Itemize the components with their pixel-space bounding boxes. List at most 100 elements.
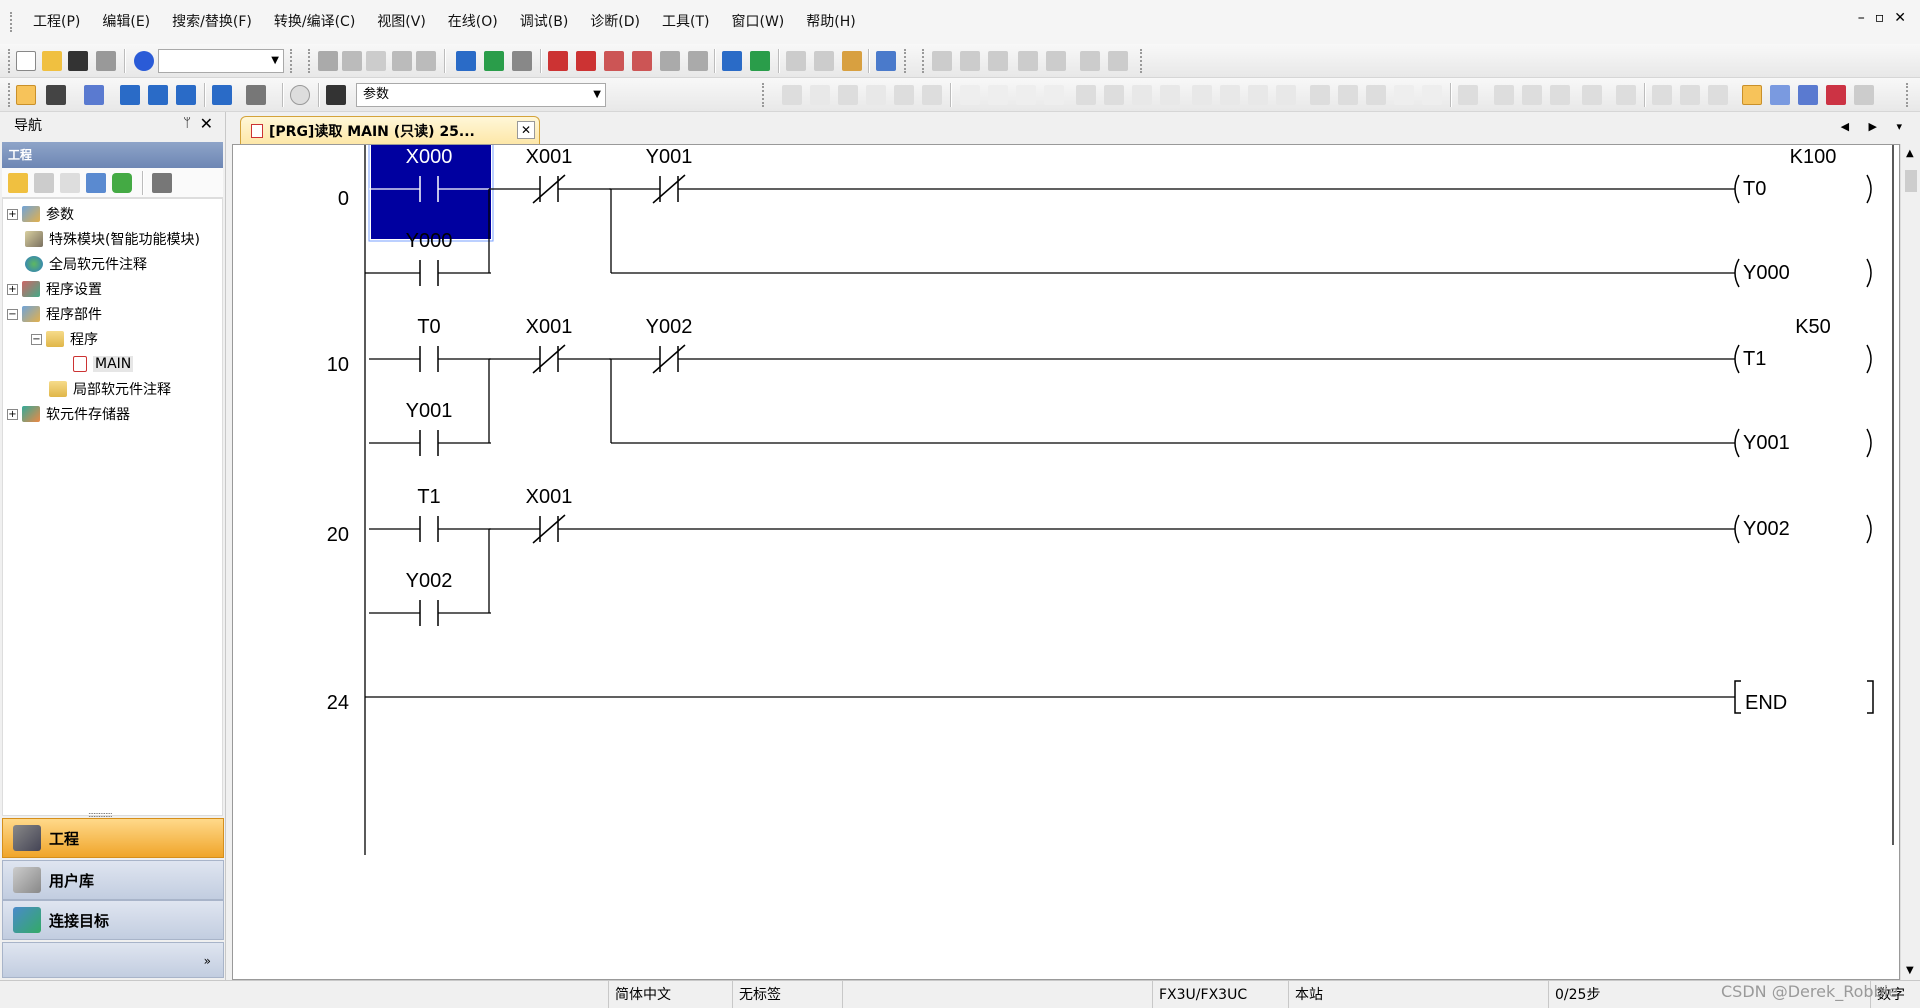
- ladder-tool-icon-f[interactable]: [1080, 51, 1100, 71]
- tree-item-local-comment[interactable]: 局部软元件注释: [49, 378, 171, 400]
- f10-icon[interactable]: [1394, 85, 1414, 105]
- pulse-branch-icon-b[interactable]: [1160, 85, 1180, 105]
- open-folder-icon[interactable]: [42, 51, 62, 71]
- dropdown-arrow-icon[interactable]: ▼: [271, 50, 279, 72]
- print-icon[interactable]: [96, 51, 116, 71]
- dropdown-arrow-icon[interactable]: ▼: [593, 84, 601, 106]
- edit-icon-e[interactable]: [1616, 85, 1636, 105]
- toolbar-grip[interactable]: [904, 49, 908, 73]
- zoom-icon[interactable]: [1826, 85, 1846, 105]
- edit-icon-a[interactable]: [1494, 85, 1514, 105]
- menu-tools[interactable]: 工具(T): [651, 0, 720, 44]
- menu-online[interactable]: 在线(O): [437, 0, 509, 44]
- comment-icon[interactable]: [1652, 85, 1672, 105]
- tool-icon-c[interactable]: [842, 51, 862, 71]
- project-view-icon[interactable]: [16, 85, 36, 105]
- ladder-tool-icon-e[interactable]: [1046, 51, 1066, 71]
- pulse-icon-d[interactable]: [1220, 85, 1240, 105]
- falling-pulse-icon[interactable]: [1104, 85, 1124, 105]
- ladder-tool-icon-a[interactable]: [932, 51, 952, 71]
- module-icon[interactable]: [46, 85, 66, 105]
- dev-icon-a[interactable]: [722, 51, 742, 71]
- refresh-icon[interactable]: [112, 173, 132, 193]
- dev-icon-b[interactable]: [750, 51, 770, 71]
- dev-list-icon-c[interactable]: [176, 85, 196, 105]
- copy-item-icon[interactable]: [34, 173, 54, 193]
- dev-view-icon[interactable]: [212, 85, 232, 105]
- paste-item-icon[interactable]: [60, 173, 80, 193]
- close-icon[interactable]: ✕: [1894, 10, 1906, 26]
- tool-icon-b[interactable]: [814, 51, 834, 71]
- nav-close-icon[interactable]: ✕: [200, 114, 213, 133]
- tree-item-main[interactable]: MAIN: [73, 353, 134, 375]
- expand-icon[interactable]: +: [7, 208, 18, 220]
- delete-hline-icon[interactable]: [1016, 85, 1036, 105]
- window-icon[interactable]: [84, 85, 104, 105]
- binoculars-icon[interactable]: [326, 85, 346, 105]
- minimize-icon[interactable]: –: [1858, 10, 1865, 26]
- toolbar-grip[interactable]: [762, 83, 766, 107]
- collapse-icon[interactable]: −: [31, 333, 42, 345]
- tree-item-device-memory[interactable]: + 软元件存储器: [7, 403, 130, 425]
- verify-icon[interactable]: [604, 51, 624, 71]
- new-item-icon[interactable]: [8, 173, 28, 193]
- read-plc-icon[interactable]: [548, 51, 568, 71]
- new-file-icon[interactable]: [16, 51, 36, 71]
- monitor-icon[interactable]: [632, 51, 652, 71]
- tree-item-program[interactable]: − 程序: [31, 328, 98, 350]
- ladder-mode-icon[interactable]: [1742, 85, 1762, 105]
- ladder-tool-icon-g[interactable]: [1108, 51, 1128, 71]
- up-arrow-icon[interactable]: [1310, 85, 1330, 105]
- sf10-icon[interactable]: [1422, 85, 1442, 105]
- ladder-tool-icon-d[interactable]: [1018, 51, 1038, 71]
- tree-item-special-module[interactable]: 特殊模块(智能功能模块): [25, 228, 200, 250]
- open-contact-f5-icon[interactable]: [782, 85, 802, 105]
- toolbar-grip[interactable]: [308, 49, 312, 73]
- device-search-icon[interactable]: [456, 51, 476, 71]
- closed-contact-f6-icon[interactable]: [838, 85, 858, 105]
- parameter-combo[interactable]: 参数 ▼: [356, 83, 606, 107]
- convert-icon[interactable]: [1458, 85, 1478, 105]
- monitor-screen-icon[interactable]: [876, 51, 896, 71]
- menu-window[interactable]: 窗口(W): [720, 0, 795, 44]
- dev-list-icon-b[interactable]: [148, 85, 168, 105]
- menu-search-replace[interactable]: 搜索/替换(F): [161, 0, 263, 44]
- pulse-branch-icon-a[interactable]: [1132, 85, 1152, 105]
- tab-main-program[interactable]: [PRG]读取 MAIN (只读) 25... ✕: [240, 116, 540, 144]
- scroll-down-icon[interactable]: ▼: [1906, 965, 1914, 976]
- vline-sf9-icon[interactable]: [988, 85, 1008, 105]
- toolbar-grip[interactable]: [1906, 83, 1910, 107]
- scroll-up-icon[interactable]: ▲: [1906, 148, 1914, 159]
- toolbar-grip[interactable]: [8, 83, 12, 107]
- ladder-tool-icon-c[interactable]: [988, 51, 1008, 71]
- ladder-tool-icon-b[interactable]: [960, 51, 980, 71]
- redo-icon[interactable]: [416, 51, 436, 71]
- rising-pulse-icon[interactable]: [1076, 85, 1096, 105]
- restore-icon[interactable]: ▫: [1875, 10, 1885, 26]
- pulse-icon-e[interactable]: [1248, 85, 1268, 105]
- toolbar-combo-1[interactable]: ▼: [158, 49, 284, 73]
- edit-icon-b[interactable]: [1522, 85, 1542, 105]
- nav-more-button[interactable]: »: [2, 942, 224, 978]
- help-circle-icon[interactable]: [290, 85, 310, 105]
- pin-icon[interactable]: ᛘ: [183, 116, 191, 131]
- note-icon[interactable]: [1708, 85, 1728, 105]
- scroll-thumb[interactable]: [1905, 170, 1917, 192]
- statement-icon[interactable]: [1680, 85, 1700, 105]
- device-batch-icon[interactable]: [512, 51, 532, 71]
- instruction-f8-icon[interactable]: [922, 85, 942, 105]
- invert-icon[interactable]: [1366, 85, 1386, 105]
- find-icon[interactable]: [246, 85, 266, 105]
- expand-icon[interactable]: +: [7, 283, 18, 295]
- menu-diagnostics[interactable]: 诊断(D): [579, 0, 651, 44]
- edit-icon-c[interactable]: [1550, 85, 1570, 105]
- pulse-icon-c[interactable]: [1192, 85, 1212, 105]
- tab-navigation-arrows[interactable]: ◀ ▶ ▾: [1841, 120, 1910, 133]
- closed-branch-sf6-icon[interactable]: [866, 85, 886, 105]
- toolbar-grip[interactable]: [1140, 49, 1144, 73]
- coil-f7-icon[interactable]: [894, 85, 914, 105]
- tree-item-program-setting[interactable]: + 程序设置: [7, 278, 102, 300]
- tool-dropdown-icon[interactable]: [152, 173, 172, 193]
- copy-icon[interactable]: [342, 51, 362, 71]
- ladder-view-icon[interactable]: [1770, 85, 1790, 105]
